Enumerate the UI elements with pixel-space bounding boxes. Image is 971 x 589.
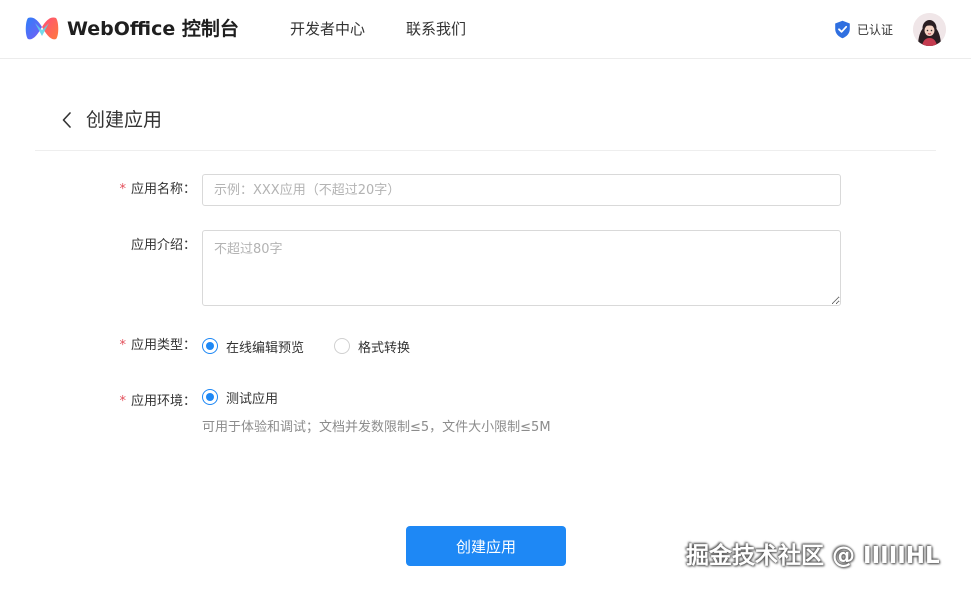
avatar-image bbox=[913, 13, 946, 46]
nav-contact-us[interactable]: 联系我们 bbox=[406, 18, 466, 40]
radio-label: 测试应用 bbox=[226, 391, 279, 407]
verified-status[interactable]: 已认证 bbox=[834, 19, 893, 39]
app-name-label-text: 应用名称： bbox=[130, 182, 196, 197]
app-name-label: * 应用名称： bbox=[0, 180, 196, 200]
nav-developer-center[interactable]: 开发者中心 bbox=[290, 18, 365, 40]
watermark-text: 掘金技术社区 @ IIIIIHL bbox=[686, 543, 940, 569]
app-env-label-text: 应用环境： bbox=[130, 394, 196, 409]
env-hint-text: 可用于体验和调试；文档并发数限制≤5，文件大小限制≤5M bbox=[202, 420, 551, 435]
radio-test-app[interactable]: 测试应用 bbox=[202, 387, 278, 407]
radio-checked-icon bbox=[202, 338, 218, 354]
weboffice-logo-icon[interactable] bbox=[25, 14, 59, 44]
required-mark: * bbox=[119, 394, 126, 409]
create-app-page: WebOffice 控制台 开发者中心 联系我们 已认证 创建应用 * 应用名称… bbox=[0, 0, 971, 589]
brand-title: WebOffice 控制台 bbox=[67, 18, 239, 40]
user-avatar[interactable] bbox=[913, 13, 946, 46]
verified-label: 已认证 bbox=[857, 22, 894, 37]
create-app-button[interactable]: 创建应用 bbox=[406, 526, 566, 566]
radio-label: 格式转换 bbox=[358, 340, 411, 356]
page-title: 创建应用 bbox=[86, 109, 163, 131]
app-name-input[interactable] bbox=[202, 174, 841, 206]
app-env-label: * 应用环境： bbox=[0, 392, 196, 412]
app-intro-textarea[interactable] bbox=[202, 230, 841, 306]
required-mark: * bbox=[119, 182, 126, 197]
radio-online-edit-preview[interactable]: 在线编辑预览 bbox=[202, 336, 304, 356]
radio-checked-icon bbox=[202, 389, 218, 405]
shield-check-icon bbox=[835, 20, 850, 38]
title-divider bbox=[35, 150, 936, 151]
chevron-left-icon[interactable] bbox=[60, 110, 74, 130]
app-intro-label-text: 应用介绍： bbox=[130, 238, 196, 253]
app-type-label: * 应用类型： bbox=[0, 336, 196, 356]
radio-label: 在线编辑预览 bbox=[226, 340, 305, 356]
app-intro-label: 应用介绍： bbox=[0, 236, 196, 256]
radio-unchecked-icon bbox=[334, 338, 350, 354]
required-mark: * bbox=[119, 338, 126, 353]
app-type-label-text: 应用类型： bbox=[130, 338, 196, 353]
top-header: WebOffice 控制台 开发者中心 联系我们 已认证 bbox=[0, 0, 971, 59]
radio-format-convert[interactable]: 格式转换 bbox=[334, 336, 410, 356]
